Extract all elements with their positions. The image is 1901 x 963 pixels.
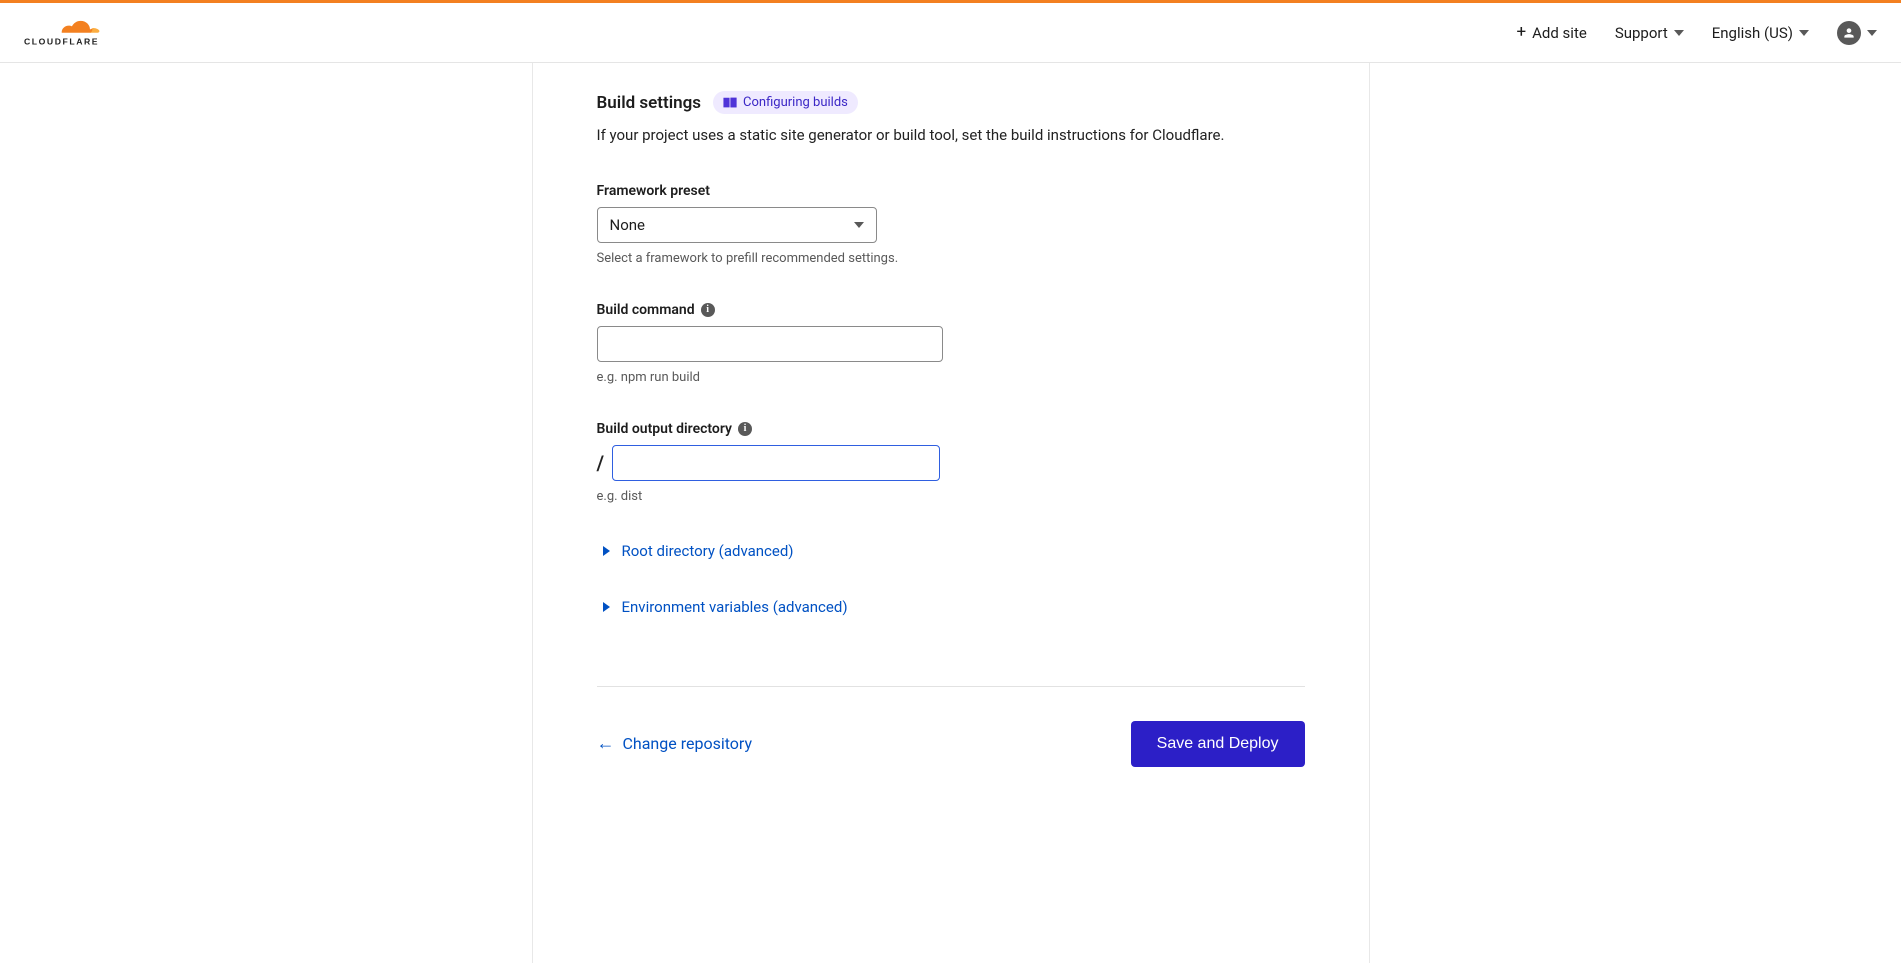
add-site-link[interactable]: + Add site xyxy=(1516,24,1586,42)
framework-value: None xyxy=(610,216,646,234)
output-dir-helper: e.g. dist xyxy=(597,489,1305,504)
support-label: Support xyxy=(1615,24,1668,42)
language-label: English (US) xyxy=(1712,24,1793,42)
change-repository-link[interactable]: ← Change repository xyxy=(597,734,753,753)
caret-down-icon xyxy=(1674,30,1684,36)
build-command-label: Build command xyxy=(597,302,695,318)
section-description: If your project uses a static site gener… xyxy=(597,124,1305,147)
caret-down-icon xyxy=(1867,30,1877,36)
info-icon[interactable]: i xyxy=(738,422,752,436)
cloudflare-logo[interactable]: CLOUDFLARE xyxy=(24,17,134,48)
svg-text:CLOUDFLARE: CLOUDFLARE xyxy=(24,36,99,46)
section-title: Build settings xyxy=(597,93,702,113)
root-directory-expander[interactable]: Root directory (advanced) xyxy=(597,542,1305,560)
build-settings-panel: Build settings Configuring builds If you… xyxy=(532,63,1370,963)
build-command-helper: e.g. npm run build xyxy=(597,370,1305,385)
back-label: Change repository xyxy=(623,734,753,753)
output-dir-prefix: / xyxy=(597,451,605,475)
caret-down-icon xyxy=(1799,30,1809,36)
env-vars-label: Environment variables (advanced) xyxy=(622,598,848,616)
save-and-deploy-button[interactable]: Save and Deploy xyxy=(1131,721,1305,767)
output-dir-input[interactable] xyxy=(612,445,940,481)
divider xyxy=(597,686,1305,687)
global-header: CLOUDFLARE + Add site Support English (U… xyxy=(0,3,1901,63)
build-command-input[interactable] xyxy=(597,326,943,362)
cloudflare-logo-icon: CLOUDFLARE xyxy=(24,17,134,48)
framework-preset-select[interactable]: None xyxy=(597,207,877,243)
configuring-builds-badge[interactable]: Configuring builds xyxy=(713,91,858,114)
language-dropdown[interactable]: English (US) xyxy=(1712,24,1809,42)
caret-down-icon xyxy=(854,222,864,228)
user-menu[interactable] xyxy=(1837,21,1877,45)
user-icon xyxy=(1837,21,1861,45)
add-site-label: Add site xyxy=(1532,24,1587,42)
framework-label: Framework preset xyxy=(597,183,1305,199)
support-dropdown[interactable]: Support xyxy=(1615,24,1684,42)
arrow-left-icon: ← xyxy=(597,735,615,753)
env-vars-expander[interactable]: Environment variables (advanced) xyxy=(597,598,1305,616)
root-dir-label: Root directory (advanced) xyxy=(622,542,794,560)
badge-label: Configuring builds xyxy=(743,95,848,110)
output-dir-label: Build output directory xyxy=(597,421,732,437)
plus-icon: + xyxy=(1516,24,1526,41)
framework-helper: Select a framework to prefill recommende… xyxy=(597,251,1305,266)
chevron-right-icon xyxy=(603,546,610,556)
book-icon xyxy=(723,97,737,108)
chevron-right-icon xyxy=(603,602,610,612)
info-icon[interactable]: i xyxy=(701,303,715,317)
